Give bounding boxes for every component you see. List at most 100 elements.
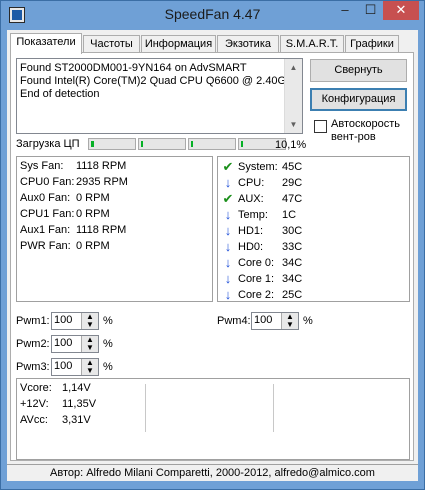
scroll-up-icon[interactable]: ▲ [285, 59, 302, 76]
fan-row: CPU1 Fan: 0 RPM [20, 208, 110, 220]
temp-row: ↓ HD0: 33C [222, 240, 302, 254]
temp-value: 45C [282, 160, 303, 173]
pwm4-unit: % [303, 315, 313, 327]
temp-name: CPU: [238, 176, 265, 189]
pwm1-value[interactable]: 100 [54, 314, 72, 326]
log-scrollbar[interactable]: ▲ ▼ [284, 59, 302, 133]
temp-name: HD0: [238, 240, 264, 253]
fan-value: 0 RPM [76, 192, 110, 204]
fans-group: Sys Fan: 1118 RPM CPU0 Fan: 2935 RPM Aux0 … [16, 156, 213, 302]
voltage-row: AVcc: 3,31V [20, 414, 91, 426]
pwm1-spinbox[interactable]: 100 ▲ ▼ [51, 312, 99, 330]
readings-panel: Found ST2000DM001-9YN164 on AdvSMART Fou… [10, 52, 414, 461]
detection-log[interactable]: Found ST2000DM001-9YN164 on AdvSMART Fou… [16, 58, 303, 134]
tab-info[interactable]: Информация [141, 35, 216, 53]
pwm1-label: Pwm1: [16, 315, 50, 327]
temp-value: 25C [282, 288, 303, 301]
temp-value: 47C [282, 192, 303, 205]
temp-row: ↓ HD1: 30C [222, 224, 302, 238]
pwm2-spinbox[interactable]: 100 ▲ ▼ [51, 335, 99, 353]
column-divider [145, 384, 146, 432]
fan-value: 1118 RPM [76, 160, 127, 172]
minimize-button[interactable]: Свернуть [310, 59, 407, 82]
temp-row: ✔ AUX: 47C [222, 191, 303, 206]
temp-value: 33C [282, 240, 303, 253]
cpu-core-load-fill [191, 141, 193, 147]
temp-name: Temp: [238, 208, 268, 221]
client-area: Показатели Частоты Информация Экзотика S… [7, 30, 418, 481]
voltage-value: 3,31V [62, 414, 91, 426]
autospeed-checkbox[interactable] [314, 120, 327, 133]
fan-name: CPU1 Fan: [20, 208, 75, 220]
pwm4-value[interactable]: 100 [254, 314, 272, 326]
temp-value: 30C [282, 224, 303, 237]
fan-name: PWR Fan: [20, 240, 71, 252]
checkmark-icon: ✔ [222, 191, 234, 206]
pwm3-unit: % [103, 361, 113, 373]
arrow-down-icon: ↓ [224, 175, 232, 190]
temps-group: ✔ System: 45C ↓ CPU: 29C ✔ AUX: 47C ↓ Temp: 1C ↓ HD1:… [217, 156, 410, 302]
voltage-value: 11,35V [62, 398, 97, 410]
arrow-down-icon: ↓ [224, 223, 232, 238]
temp-name: Core 0: [238, 256, 275, 269]
voltage-value: 1,14V [62, 382, 91, 394]
pwm3-value[interactable]: 100 [54, 360, 72, 372]
configure-button[interactable]: Конфигурация [310, 88, 407, 111]
voltages-group: Vcore: 1,14V +12V: 11,35V AVcc: 3,31V [16, 378, 410, 460]
temp-name: Core 1: [238, 272, 275, 285]
cpu-load-label: Загрузка ЦП [16, 138, 80, 150]
fan-row: Aux0 Fan: 0 RPM [20, 192, 110, 204]
tab-exotics[interactable]: Экзотика [217, 35, 279, 53]
spin-arrows-icon[interactable]: ▲ ▼ [281, 313, 298, 329]
temp-row: ↓ Core 1: 34C [222, 272, 302, 286]
title-bar[interactable]: SpeedFan 4.47 ‒ ☐ ✕ [0, 0, 425, 30]
tab-clocks[interactable]: Частоты [83, 35, 140, 53]
arrow-down-icon: ↓ [224, 255, 232, 270]
cpu-core-load-fill [91, 141, 94, 147]
autospeed-label: Автоскорость вент-ров [331, 118, 400, 144]
tab-smart[interactable]: S.M.A.R.T. [280, 35, 344, 53]
fan-value: 2935 RPM [76, 176, 128, 188]
column-divider [273, 384, 274, 432]
log-line: Found ST2000DM001-9YN164 on AdvSMART [20, 62, 247, 74]
pwm2-value[interactable]: 100 [54, 337, 72, 349]
fan-row: CPU0 Fan: 2935 RPM [20, 176, 128, 188]
log-line: End of detection [20, 88, 100, 100]
autospeed-label-line1: Автоскорость [331, 118, 401, 130]
temp-name: AUX: [238, 192, 264, 205]
temp-name: Core 2: [238, 288, 275, 301]
close-window-button[interactable]: ✕ [383, 1, 419, 20]
temp-row: ✔ System: 45C [222, 159, 303, 174]
cpu-core-load-bar [188, 138, 236, 150]
pwm3-spinbox[interactable]: 100 ▲ ▼ [51, 358, 99, 376]
checkmark-icon: ✔ [222, 159, 234, 174]
tab-charts[interactable]: Графики [345, 35, 399, 53]
tab-readings[interactable]: Показатели [10, 33, 82, 54]
pwm3-label: Pwm3: [16, 361, 50, 373]
speedfan-window: SpeedFan 4.47 ‒ ☐ ✕ Показатели Частоты И… [0, 0, 425, 490]
status-bar: Автор: Alfredo Milani Comparetti, 2000-2… [7, 464, 418, 482]
temp-row: ↓ Temp: 1C [222, 208, 296, 222]
cpu-core-load-fill [241, 141, 243, 147]
scroll-down-icon[interactable]: ▼ [285, 116, 302, 133]
spin-arrows-icon[interactable]: ▲ ▼ [81, 336, 98, 352]
fan-value: 0 RPM [76, 208, 110, 220]
arrow-down-icon: ↓ [224, 207, 232, 222]
pwm4-spinbox[interactable]: 100 ▲ ▼ [251, 312, 299, 330]
cpu-core-load-fill [141, 141, 143, 147]
spin-arrows-icon[interactable]: ▲ ▼ [81, 313, 98, 329]
minimize-window-button[interactable]: ‒ [332, 1, 358, 20]
temp-row: ↓ Core 2: 25C [222, 288, 302, 302]
fan-name: Aux0 Fan: [20, 192, 71, 204]
arrow-down-icon: ↓ [224, 239, 232, 254]
temp-value: 29C [282, 176, 303, 189]
spin-arrows-icon[interactable]: ▲ ▼ [81, 359, 98, 375]
voltage-name: +12V: [20, 398, 49, 410]
temp-value: 34C [282, 256, 303, 269]
cpu-core-load-bar [88, 138, 136, 150]
maximize-window-button[interactable]: ☐ [358, 1, 383, 20]
log-line: Found Intel(R) Core(TM)2 Quad CPU Q6600 … [20, 75, 300, 87]
fan-row: Aux1 Fan: 1118 RPM [20, 224, 126, 236]
pwm4-label: Pwm4: [217, 315, 251, 327]
temp-row: ↓ CPU: 29C [222, 176, 302, 190]
